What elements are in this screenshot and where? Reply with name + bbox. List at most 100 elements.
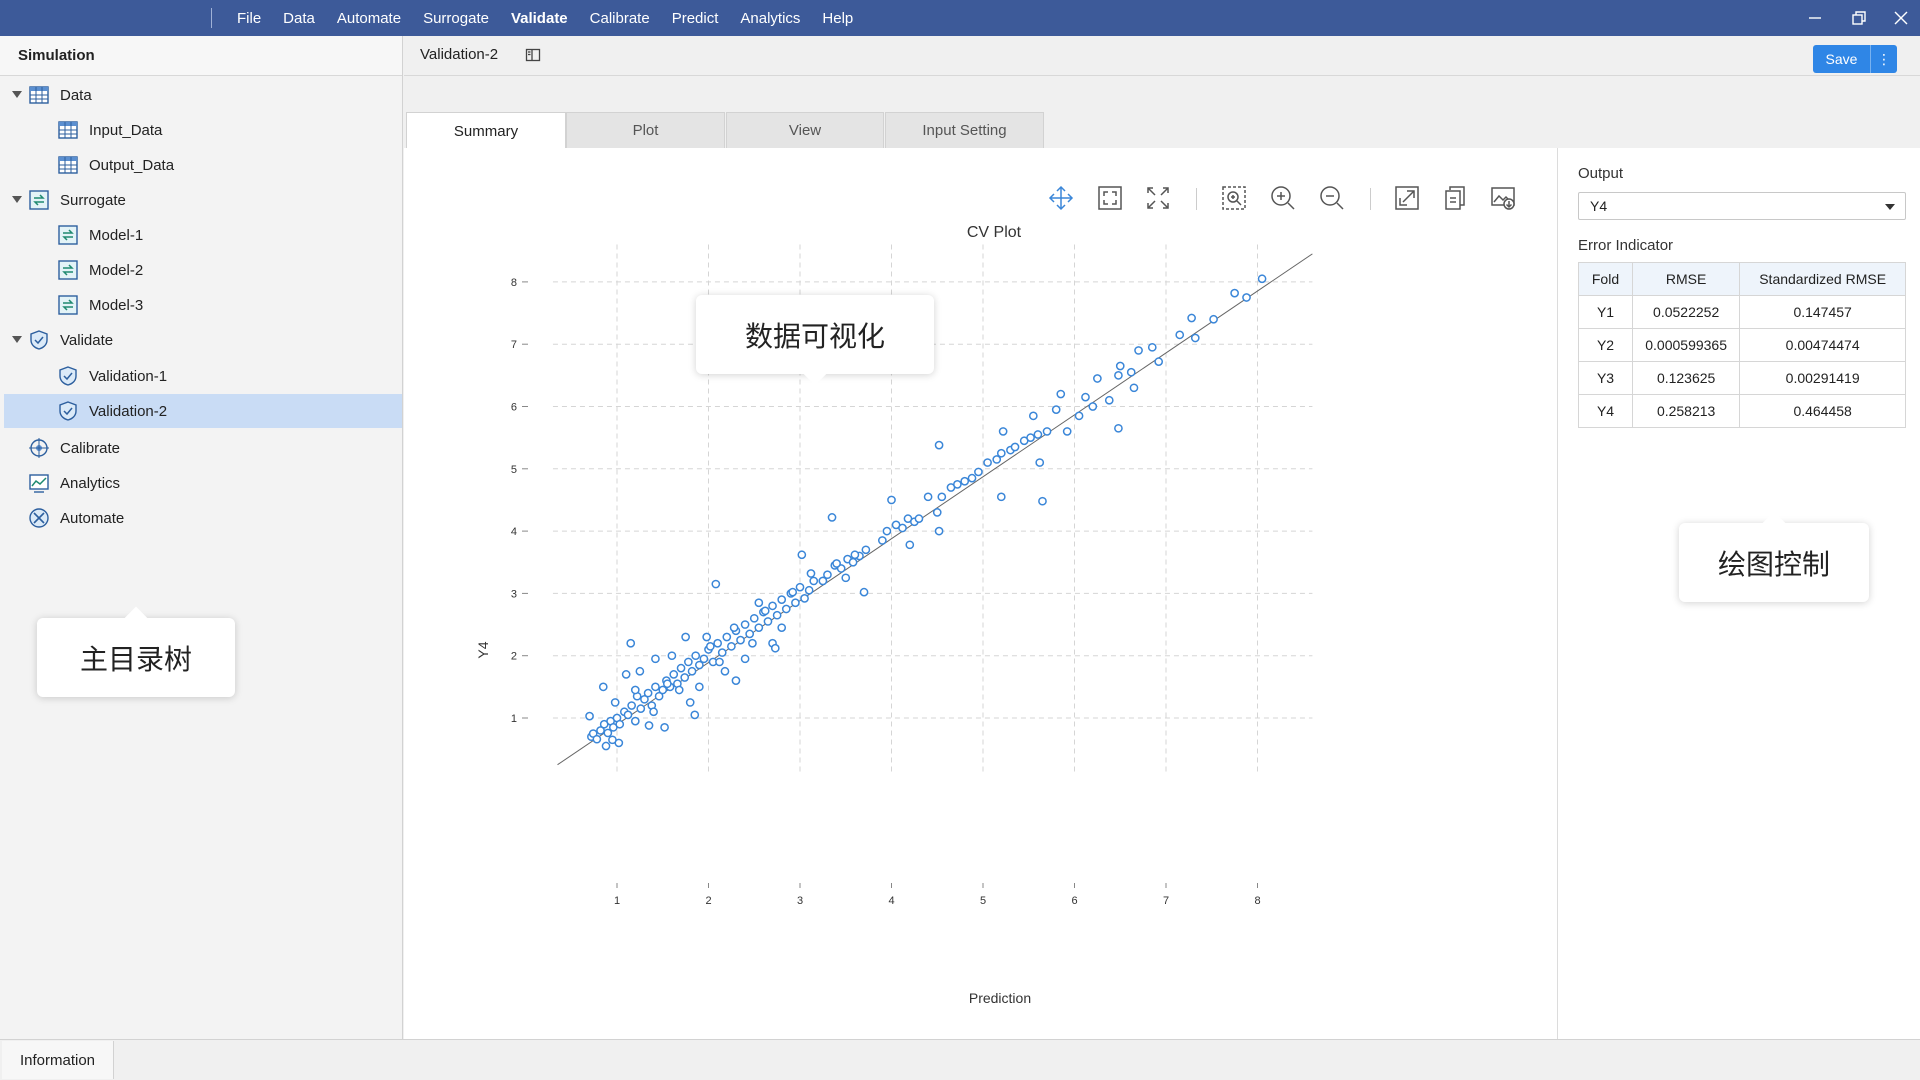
plot-control-panel: Output Y4 Error Indicator Fold RMSE Standa… (1559, 148, 1920, 1039)
menu-item-calibrate[interactable]: Calibrate (579, 10, 661, 27)
tree-item-surrogate[interactable]: Surrogate (4, 183, 402, 217)
tree-item-validation-1[interactable]: Validation-1 (4, 359, 402, 393)
tree-item-output-data[interactable]: Output_Data (4, 148, 402, 182)
tree-item-label: Output_Data (89, 156, 175, 174)
document-tabbar: Validation-2 Save ⋮ (404, 36, 1920, 76)
tree-item-automate[interactable]: Automate (4, 501, 402, 535)
restore-icon (1852, 11, 1866, 25)
close-button[interactable] (1879, 0, 1920, 36)
information-tab[interactable]: Information (2, 1041, 114, 1079)
minimize-button[interactable] (1793, 0, 1837, 36)
data-point (720, 666, 730, 676)
y-tick-label: 7 (511, 339, 517, 351)
tree-item-model-1[interactable]: Model-1 (4, 218, 402, 252)
save-more-button[interactable]: ⋮ (1870, 45, 1897, 73)
restore-button[interactable] (1837, 0, 1881, 36)
data-point (788, 587, 798, 597)
table-cell: 0.000599365 (1631, 328, 1741, 362)
x-tick-label: 2 (705, 895, 711, 907)
data-point (649, 707, 658, 717)
menu-item-automate[interactable]: Automate (326, 10, 412, 27)
data-point (800, 594, 809, 603)
tab-view[interactable]: View (726, 112, 884, 148)
x-tick-label: 6 (1071, 895, 1077, 907)
tree-item-analytics[interactable]: Analytics (4, 466, 402, 500)
data-point (615, 719, 625, 729)
subtab-bar: Summary Plot View Input Setting (404, 76, 1920, 149)
table-cell: 0.258213 (1631, 394, 1741, 428)
tab-input-setting[interactable]: Input Setting (885, 112, 1044, 148)
surrogate-icon (29, 190, 49, 210)
data-point (960, 476, 970, 486)
data-point (691, 651, 701, 661)
cv-plot-chart[interactable]: CV Plot Prediction Y4 1 2 3 4 5 6 7 8 1 2 3 4 5 6 7 8 (404, 148, 1558, 1039)
tab-summary[interactable]: Summary (406, 112, 566, 149)
data-point (740, 654, 750, 664)
shield-icon (59, 401, 77, 421)
data-point (923, 492, 933, 502)
table-icon (58, 156, 78, 174)
table-cell: 0.00474474 (1739, 328, 1906, 362)
table-row: Y3 0.123625 0.00291419 (1578, 361, 1906, 395)
table-cell: 0.00291419 (1739, 361, 1906, 395)
data-point (1115, 361, 1125, 371)
data-point (674, 685, 684, 695)
main-area: Validation-2 Save ⋮ Summary Plot View Input… (404, 36, 1920, 1039)
menu-item-analytics[interactable]: Analytics (729, 10, 811, 27)
tree-item-validate[interactable]: Validate (4, 323, 402, 357)
menu-item-help[interactable]: Help (811, 10, 864, 27)
output-select[interactable]: Y4 (1578, 192, 1906, 220)
tree-callout-text: 主目录树 (79, 642, 192, 676)
data-point (882, 526, 892, 536)
chevron-down-icon[interactable] (12, 90, 22, 100)
tree-item-label: Validation-2 (89, 402, 168, 420)
menu-item-file[interactable]: File (226, 10, 272, 27)
data-point (727, 642, 736, 651)
data-point (643, 688, 653, 698)
data-point (1010, 442, 1020, 452)
table-cell: 0.123625 (1631, 361, 1741, 395)
tree-item-model-3[interactable]: Model-3 (4, 288, 402, 322)
data-point (1028, 411, 1038, 421)
save-button[interactable]: Save ⋮ (1813, 45, 1897, 73)
tree-item-label: Validation-1 (89, 367, 168, 385)
tree-item-data[interactable]: Data (4, 78, 402, 112)
data-point (749, 613, 759, 623)
error-indicator-label: Error Indicator (1578, 237, 1674, 254)
data-point (1062, 427, 1072, 436)
data-point (770, 643, 780, 653)
tree-callout: 主目录树 (37, 606, 235, 697)
tree-item-model-2[interactable]: Model-2 (4, 253, 402, 287)
menu-item-predict[interactable]: Predict (661, 10, 730, 27)
split-view-icon[interactable] (525, 47, 541, 63)
tree-item-validation-2[interactable]: Validation-2 (4, 394, 402, 428)
data-point (636, 704, 646, 714)
data-point (630, 685, 640, 695)
data-point (598, 682, 608, 692)
data-point (1033, 430, 1043, 439)
data-point (715, 657, 724, 667)
close-icon (1894, 11, 1908, 25)
data-point (1209, 314, 1218, 324)
chevron-down-icon[interactable] (12, 335, 22, 345)
data-point (914, 514, 924, 523)
data-point (1230, 288, 1239, 298)
menu-item-data[interactable]: Data (272, 10, 326, 27)
y-tick-label: 4 (511, 526, 517, 538)
tab-plot[interactable]: Plot (566, 112, 725, 148)
menu-item-validate[interactable]: Validate (500, 10, 579, 27)
tree-item-calibrate[interactable]: Calibrate (4, 431, 402, 465)
menu-item-surrogate[interactable]: Surrogate (412, 10, 500, 27)
data-point (592, 734, 602, 744)
menu-separator (211, 8, 212, 28)
data-point (685, 698, 695, 707)
chevron-down-icon[interactable] (12, 195, 22, 205)
data-point (1081, 392, 1090, 402)
chart-x-axis-label: Prediction (969, 990, 1031, 1006)
data-point (717, 648, 727, 657)
data-point (1042, 427, 1052, 436)
tree-item-input-data[interactable]: Input_Data (4, 113, 402, 147)
x-tick-label: 8 (1254, 895, 1260, 907)
data-point (791, 598, 800, 608)
document-tab[interactable]: Validation-2 (420, 46, 498, 63)
